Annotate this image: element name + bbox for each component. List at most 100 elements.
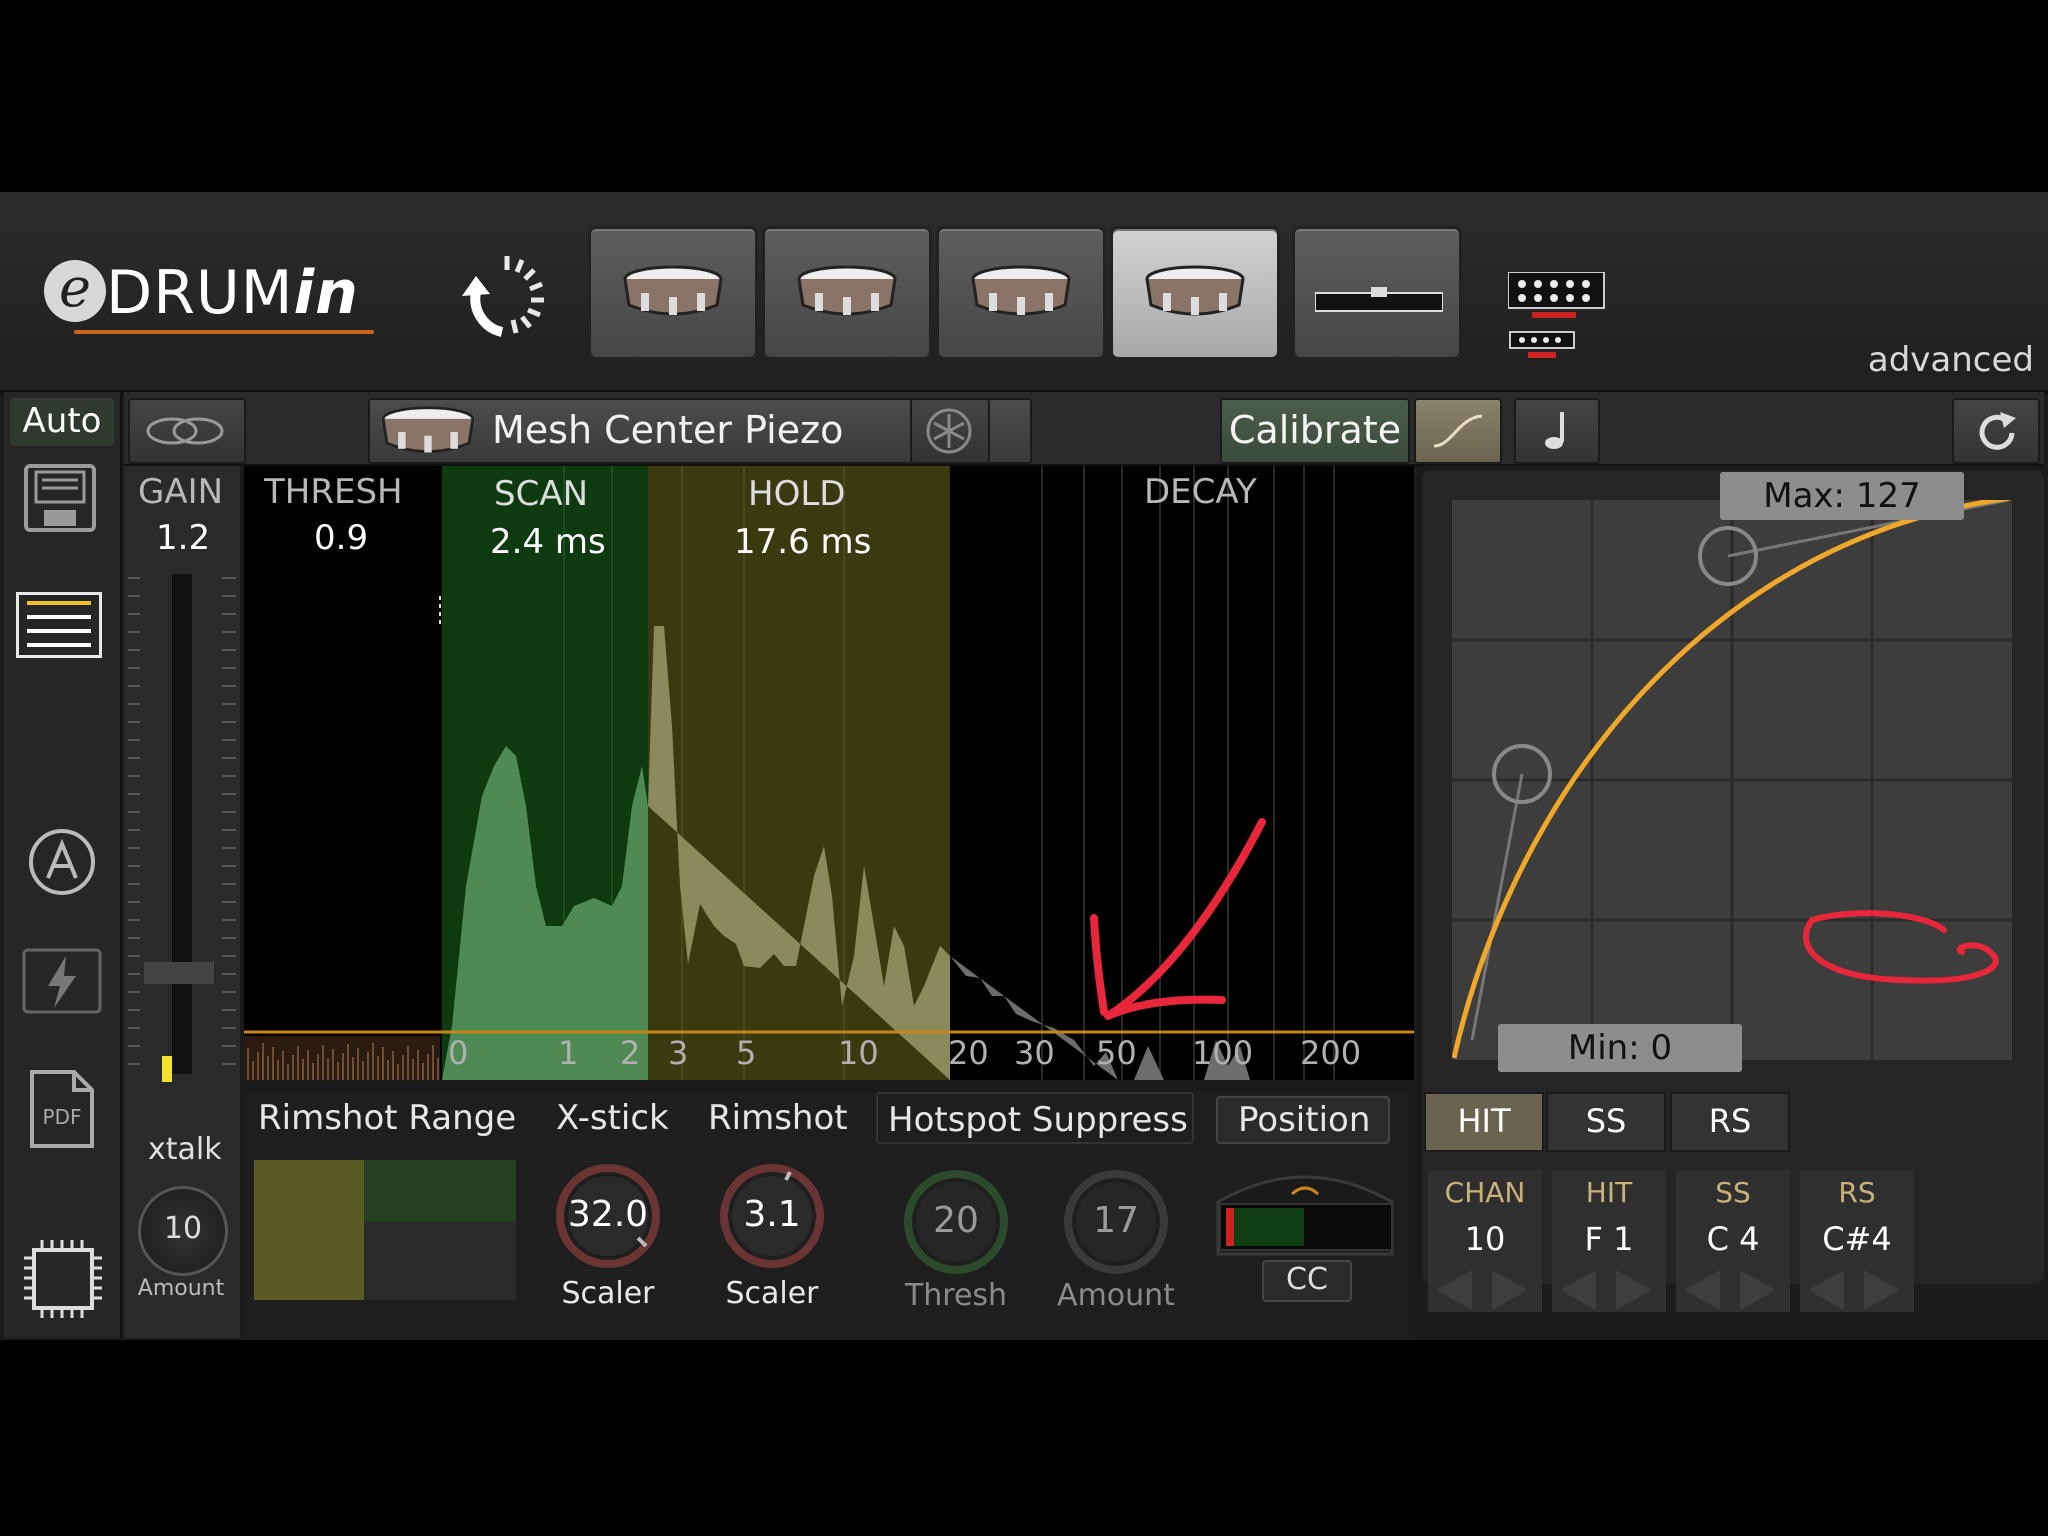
chip-icon[interactable] [22, 1238, 104, 1320]
curve-view-button[interactable] [1414, 398, 1502, 464]
red-arrow-annotation [1090, 818, 1266, 1020]
reset-button[interactable] [1952, 398, 2040, 464]
mode-label[interactable]: advanced [1868, 340, 2034, 380]
chan-value: 10 [1464, 1220, 1506, 1258]
curve-max-badge[interactable]: Max: 127 [1720, 472, 1964, 520]
pedal-icon [1315, 287, 1443, 312]
increment-arrow-icon[interactable] [1616, 1270, 1652, 1310]
edrumin-logo: e DRUMin [44, 254, 394, 334]
gain-handle[interactable] [144, 962, 214, 984]
hotspot-amount-value: 17 [1093, 1200, 1139, 1241]
xtalk-value: 10 [163, 1211, 203, 1246]
position-meter[interactable] [1216, 1162, 1394, 1256]
rimshot-label: Rimshot [708, 1098, 848, 1138]
tab-ss[interactable]: SS [1546, 1092, 1666, 1152]
note-mapping-panel: HIT SS RS CHAN 10 HIT F 1 SS C 4 RS C#4 [1422, 1092, 2044, 1338]
svg-text:PDF: PDF [43, 1105, 82, 1129]
rs-note-value: C#4 [1822, 1220, 1892, 1258]
gain-value: 1.2 [156, 518, 211, 558]
link-pads-button[interactable] [128, 398, 246, 464]
hotspot-amount-knob[interactable]: 17 [1064, 1170, 1168, 1274]
auto-button[interactable]: Auto [10, 398, 114, 446]
increment-arrow-icon[interactable] [1492, 1270, 1528, 1310]
gain-column: GAIN 1.2 xtalk 10 Amount [124, 466, 240, 1338]
rs-note-column[interactable]: RS C#4 [1800, 1170, 1914, 1312]
decrement-arrow-icon[interactable] [1436, 1270, 1472, 1310]
brand-button[interactable] [910, 398, 990, 464]
gain-ticks [128, 577, 236, 1065]
pad-tab-4[interactable] [1110, 226, 1280, 360]
rimshot-scaler-label: Scaler [725, 1276, 819, 1311]
red-circle-annotation [1803, 910, 1999, 984]
curve-min-badge[interactable]: Min: 0 [1498, 1024, 1742, 1072]
bottom-controls: Rimshot Range X-stick Rimshot Hotspot Su… [244, 1092, 1414, 1338]
hit-note-column[interactable]: HIT F 1 [1552, 1170, 1666, 1312]
pad-name-label: Mesh Center Piezo [492, 408, 844, 452]
position-cc-button[interactable]: CC [1262, 1260, 1352, 1302]
decrement-arrow-icon[interactable] [1684, 1270, 1720, 1310]
ss-note-value: C 4 [1706, 1220, 1760, 1258]
ss-header: SS [1715, 1176, 1751, 1209]
rimshot-scaler-knob[interactable]: 3.1 [720, 1164, 824, 1268]
increment-arrow-icon[interactable] [1864, 1270, 1900, 1310]
rimshot-value: 3.1 [743, 1194, 801, 1235]
hit-note-value: F 1 [1584, 1220, 1634, 1258]
decrement-arrow-icon[interactable] [1560, 1270, 1596, 1310]
position-label: Position [1238, 1100, 1371, 1140]
pad-tab-pedal[interactable] [1292, 226, 1462, 360]
music-note-icon [1545, 412, 1564, 449]
snare-drum-icon [381, 406, 475, 453]
link-rings-icon [146, 417, 224, 445]
chan-column[interactable]: CHAN 10 [1428, 1170, 1542, 1312]
position-tab[interactable]: Position [1216, 1096, 1390, 1144]
xstick-scaler-label: Scaler [561, 1276, 655, 1311]
a-circle-icon[interactable] [26, 826, 98, 898]
logo-e: e [44, 260, 106, 322]
pad-tab-2[interactable] [762, 226, 932, 360]
hotspot-thresh-value: 20 [933, 1200, 979, 1241]
save-icon[interactable] [22, 462, 98, 534]
xtalk-knob[interactable]: 10 [138, 1186, 228, 1276]
connector-icon [1507, 271, 1608, 366]
pdf-icon[interactable]: PDF [28, 1068, 96, 1150]
pad-tab-1[interactable] [588, 226, 758, 360]
chan-header: CHAN [1444, 1176, 1526, 1209]
left-sidebar: Auto PDF [4, 392, 122, 1338]
hotspot-thresh-label: Thresh [904, 1278, 1008, 1313]
rimshot-range-display[interactable] [254, 1160, 516, 1300]
gain-label: GAIN [138, 472, 224, 512]
snare-drum-icon [1145, 265, 1245, 316]
top-bar: e DRUMin advanced [0, 192, 2048, 394]
decrement-arrow-icon[interactable] [1808, 1270, 1844, 1310]
tab-hit[interactable]: HIT [1424, 1092, 1544, 1152]
curve-icon [1433, 414, 1483, 448]
xtalk-sub-label: Amount [137, 1276, 225, 1301]
rimshot-range-label: Rimshot Range [258, 1098, 517, 1138]
hotspot-amount-label: Amount [1057, 1278, 1175, 1313]
undo-icon[interactable] [462, 250, 552, 340]
xstick-label: X-stick [556, 1098, 669, 1138]
snare-drum-icon [797, 265, 897, 316]
increment-arrow-icon[interactable] [1740, 1270, 1776, 1310]
ss-note-column[interactable]: SS C 4 [1676, 1170, 1790, 1312]
signal-graph[interactable]: THRESH 0.9 SCAN 2.4 ms HOLD 17.6 ms DECA… [244, 466, 1414, 1080]
app-window: e DRUMin advanced Auto PDF Mesh Center P… [0, 192, 2048, 1340]
logo-in: in [293, 258, 359, 328]
logo-underline [74, 330, 374, 334]
note-view-button[interactable] [1514, 398, 1600, 464]
menu-list-icon[interactable] [16, 592, 102, 658]
logo-drum: DRUM [106, 258, 294, 328]
snare-drum-icon [971, 265, 1071, 316]
hotspot-suppress-tab[interactable]: Hotspot Suppress [876, 1092, 1194, 1144]
refresh-icon [1979, 412, 2016, 450]
lightning-icon[interactable] [22, 948, 102, 1014]
tab-rs[interactable]: RS [1670, 1092, 1790, 1152]
pad-tab-3[interactable] [936, 226, 1106, 360]
xstick-scaler-knob[interactable]: 32.0 [556, 1164, 660, 1268]
curve-handle-line-low [1470, 773, 1524, 1041]
hotspot-suppress-label: Hotspot Suppress [888, 1100, 1188, 1140]
snare-drum-icon [623, 265, 723, 316]
calibrate-button[interactable]: Calibrate [1220, 398, 1410, 464]
hotspot-thresh-knob[interactable]: 20 [904, 1170, 1008, 1274]
xstick-value: 32.0 [567, 1194, 649, 1235]
